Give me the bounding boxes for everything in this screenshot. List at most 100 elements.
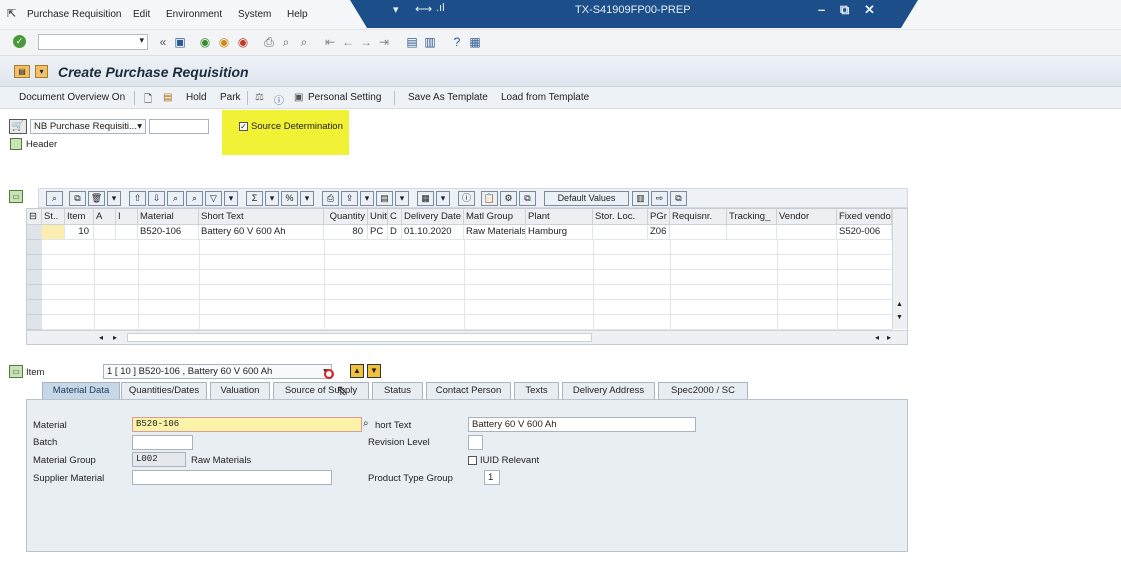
column-header[interactable]: Delivery Date (402, 209, 464, 225)
sort-desc-icon[interactable]: ⇩ (148, 191, 165, 206)
column-header[interactable]: A (94, 209, 116, 225)
first-page-icon[interactable]: ⇤ (322, 34, 338, 50)
menu-exit-icon[interactable]: ⇱ (7, 7, 16, 20)
layout-icon[interactable]: ▦ (417, 191, 434, 206)
minimize-icon[interactable]: – (818, 2, 825, 17)
total-icon[interactable]: Σ (246, 191, 263, 206)
tab-delivery-address[interactable]: Delivery Address (562, 382, 655, 399)
table-cell[interactable]: D (388, 225, 402, 240)
document-overview-button[interactable]: Document Overview On (19, 92, 125, 103)
revision-level-field[interactable] (468, 435, 483, 450)
row-selectors[interactable] (27, 240, 42, 330)
find-icon[interactable]: ⌕ (167, 191, 184, 206)
scroll-right-icon[interactable]: ▸ (887, 333, 891, 342)
personal-setting-button[interactable]: Personal Setting (308, 92, 381, 103)
subtotal-icon[interactable]: % (281, 191, 298, 206)
table-cell[interactable]: 10 (65, 225, 94, 240)
find-next-icon[interactable]: ⌕ (186, 191, 203, 206)
product-type-group-field[interactable]: 1 (484, 470, 500, 485)
column-header[interactable]: PGr (648, 209, 670, 225)
previous-item-icon[interactable]: ▲ (350, 364, 364, 378)
print-icon[interactable]: ⎙ (261, 34, 277, 50)
table-cell[interactable]: 80 (324, 225, 368, 240)
table-cell[interactable] (670, 225, 727, 240)
column-header[interactable]: Plant (526, 209, 593, 225)
collapse-icon[interactable]: ▥ (632, 191, 649, 206)
layout-dropdown-icon[interactable]: ▾ (436, 191, 450, 206)
default-values-button[interactable]: Default Values (544, 191, 629, 206)
details-icon[interactable]: ⌕ (46, 191, 63, 206)
scroll-up-icon[interactable]: ▲ (896, 301, 903, 308)
copy-item-icon[interactable]: ⧉ (519, 191, 536, 206)
table-cell[interactable]: Raw Materials (464, 225, 526, 240)
item-select[interactable]: 1 [ 10 ] B520-106 , Battery 60 V 600 Ah ▾ (103, 364, 332, 379)
table-cell[interactable] (593, 225, 648, 240)
vertical-scrollbar[interactable]: ▲ ▼ (892, 209, 907, 329)
org-icon[interactable]: ⚖ (255, 92, 264, 103)
table-cell[interactable]: S520-006 (837, 225, 892, 240)
new-session-icon[interactable]: ▤ (404, 34, 420, 50)
new-document-icon[interactable]: 🗋 (144, 92, 152, 109)
back-green-icon[interactable]: ◉ (197, 34, 213, 50)
table-cell[interactable]: B520-106 (138, 225, 199, 240)
column-header[interactable]: Stor. Loc. (593, 209, 648, 225)
delete-icon[interactable]: 🗑 (88, 191, 105, 206)
menu-environment[interactable]: Environment (166, 9, 222, 20)
search-icon[interactable]: ⌕ (363, 418, 369, 429)
table-cell[interactable] (42, 225, 65, 240)
dropdown-icon[interactable]: ▾ (107, 191, 121, 206)
command-field[interactable]: ▾ (38, 34, 148, 50)
column-header[interactable]: Quantity (324, 209, 368, 225)
help-icon[interactable]: ? (449, 34, 465, 50)
table-cell[interactable] (777, 225, 837, 240)
save-as-template-button[interactable]: Save As Template (408, 92, 488, 103)
tab-source-of-supply[interactable]: Source of Supply (273, 382, 369, 399)
cancel-icon[interactable]: ◉ (235, 34, 251, 50)
table-cell[interactable]: Battery 60 V 600 Ah (199, 225, 324, 240)
find-next-icon[interactable]: ⌕ (296, 34, 312, 50)
source-icon[interactable]: ⧉ (670, 191, 687, 206)
iuid-relevant-checkbox[interactable] (468, 456, 477, 465)
menu-dropdown-icon[interactable]: ▾ (35, 65, 48, 78)
document-type-select[interactable]: NB Purchase Requisiti... ▾ (30, 119, 146, 134)
layout-menu-icon[interactable]: ▦ (467, 34, 483, 50)
column-header[interactable]: Tracking_ (727, 209, 777, 225)
save-icon[interactable]: ▣ (172, 34, 188, 50)
tab-contact-person[interactable]: Contact Person (426, 382, 511, 399)
column-header[interactable]: St.. (42, 209, 65, 225)
close-icon[interactable]: ✕ (864, 2, 875, 18)
park-button[interactable]: Park (220, 92, 241, 103)
tab-quantities-dates[interactable]: Quantities/Dates (121, 382, 207, 399)
copy-icon[interactable]: ⧉ (69, 191, 86, 206)
batch-field[interactable] (132, 435, 193, 450)
table-cell[interactable] (116, 225, 138, 240)
select-all-icon[interactable]: ⊟ (27, 209, 42, 225)
table-cell[interactable]: Hamburg (526, 225, 593, 240)
tab-texts[interactable]: Texts (514, 382, 559, 399)
assign-icon[interactable]: ⚙ (500, 191, 517, 206)
prev-page-icon[interactable]: ← (340, 34, 356, 50)
tab-valuation[interactable]: Valuation (210, 382, 270, 399)
tab-material-data[interactable]: Material Data (42, 382, 120, 399)
column-header[interactable]: Fixed vendo (837, 209, 892, 225)
menu-system[interactable]: System (238, 9, 271, 20)
table-cell[interactable] (94, 225, 116, 240)
table-cell[interactable]: Z06 (648, 225, 670, 240)
row-selector[interactable] (27, 225, 42, 240)
header-label[interactable]: Header (26, 139, 57, 150)
filter-dropdown-icon[interactable]: ▾ (224, 191, 238, 206)
next-item-icon[interactable]: ▼ (367, 364, 381, 378)
subtotal-dropdown-icon[interactable]: ▾ (300, 191, 314, 206)
document-number-field[interactable] (149, 119, 209, 134)
enter-check-icon[interactable]: ✓ (13, 35, 26, 48)
info-icon[interactable]: ⓘ (458, 191, 475, 206)
next-page-icon[interactable]: → (358, 34, 374, 50)
column-header[interactable]: Matl Group (464, 209, 526, 225)
column-header[interactable]: Material (138, 209, 199, 225)
maximize-icon[interactable]: ⧉ (840, 2, 849, 18)
scroll-right-icon[interactable]: ▸ (113, 333, 117, 342)
column-header[interactable]: Requisnr. (670, 209, 727, 225)
menu-edit[interactable]: Edit (133, 9, 150, 20)
column-header[interactable]: Unit (368, 209, 388, 225)
export-icon[interactable]: ⇪ (341, 191, 358, 206)
